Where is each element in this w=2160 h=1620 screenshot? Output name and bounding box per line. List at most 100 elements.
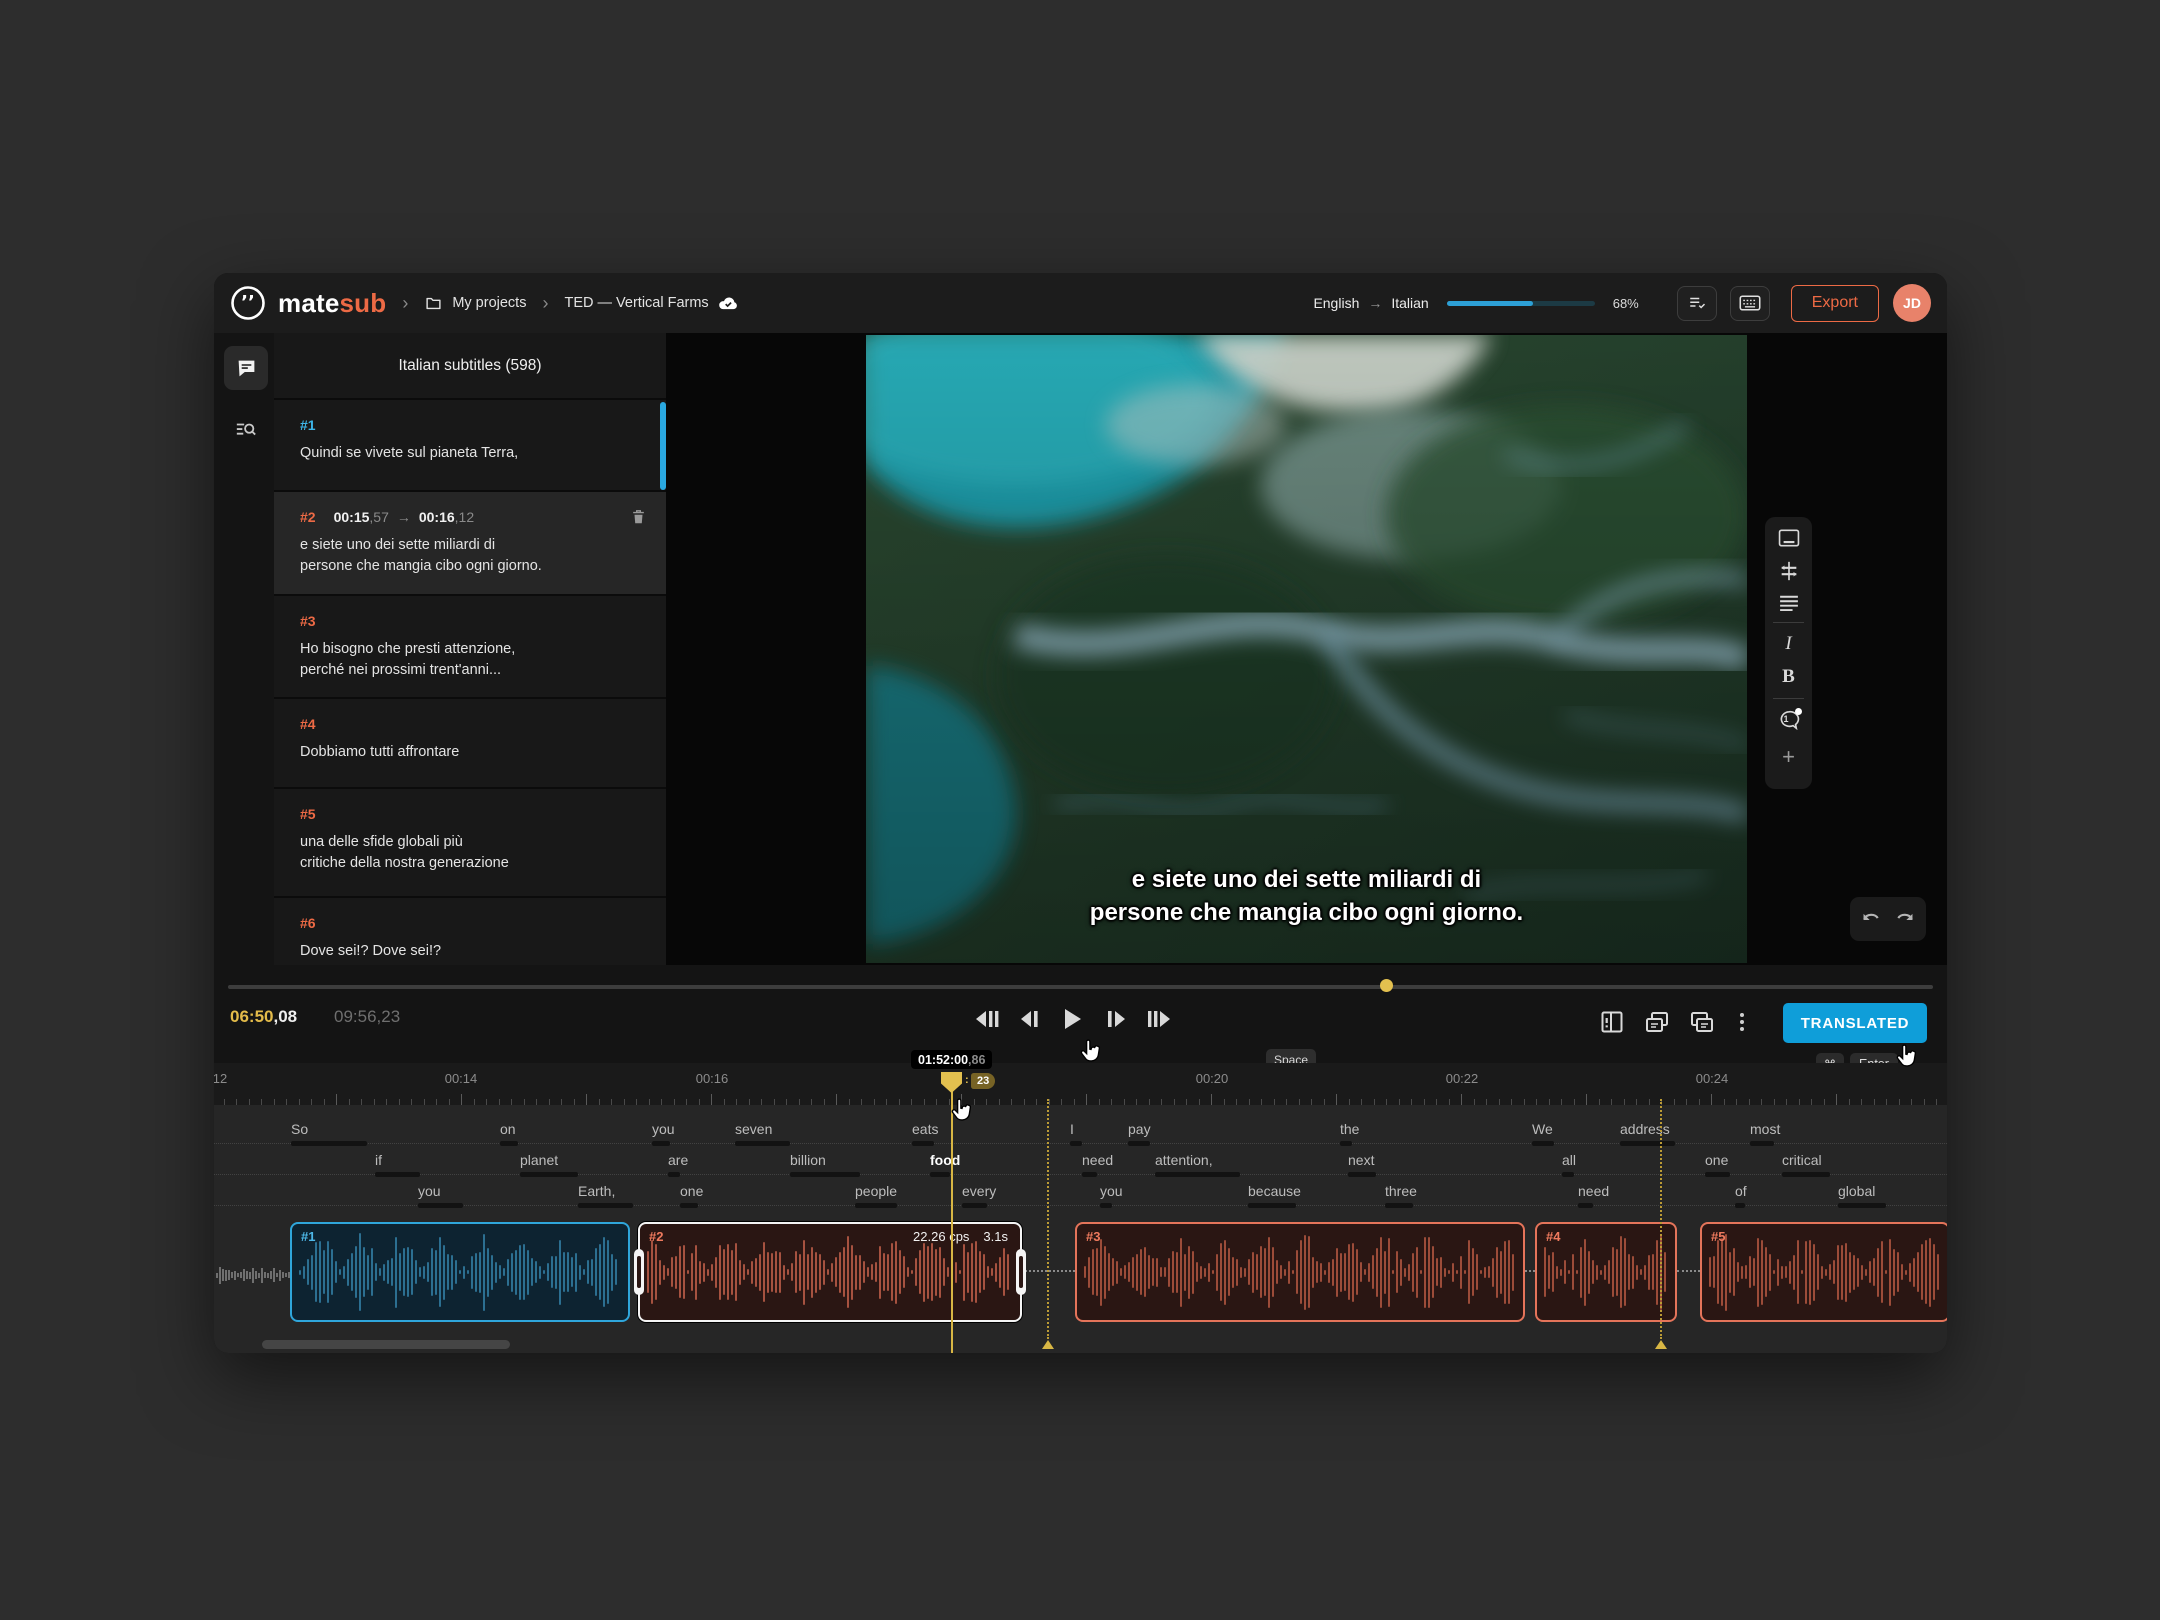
subtitle-item[interactable]: #5una delle sfide globali piùcritiche de… (274, 789, 666, 896)
more-options-button[interactable] (1732, 1013, 1752, 1031)
timeline-word[interactable]: We (1532, 1121, 1553, 1137)
duplicate-back-button[interactable] (1642, 1008, 1672, 1036)
timeline-word[interactable]: I (1070, 1121, 1074, 1137)
timeline-word[interactable]: you (1100, 1183, 1123, 1199)
next-subtitle-button[interactable] (1144, 1003, 1174, 1035)
ruler-timecode-label: 00:22 (1432, 1071, 1492, 1086)
step-back-button[interactable] (1015, 1003, 1045, 1035)
timeline-word[interactable]: because (1248, 1183, 1301, 1199)
translated-status-button[interactable]: TRANSLATED (1783, 1003, 1927, 1043)
subtitles-panel-button[interactable] (224, 346, 268, 390)
subtitle-item[interactable]: #4Dobbiamo tutti affrontare (274, 699, 666, 787)
subtitle-waveform-block[interactable]: #4 (1535, 1222, 1677, 1322)
timeline-word[interactable]: if (375, 1152, 382, 1168)
timeline-word[interactable]: you (418, 1183, 441, 1199)
shortcuts-button[interactable] (1730, 286, 1770, 321)
delete-subtitle-button[interactable] (631, 509, 646, 525)
top-bar: ’’ matesub › My projects › TED — Vertica… (214, 273, 1947, 333)
matesub-logo-text[interactable]: matesub (278, 288, 386, 319)
subtitle-item[interactable]: #2 00:15,57→00:16,12 e siete uno dei sette… (274, 492, 666, 594)
timeline-word[interactable]: are (668, 1152, 688, 1168)
timeline-word[interactable]: the (1340, 1121, 1359, 1137)
timeline-word[interactable]: billion (790, 1152, 826, 1168)
breadcrumb-my-projects[interactable]: My projects (424, 295, 526, 312)
timeline-word[interactable]: one (680, 1183, 703, 1199)
step-forward-button[interactable] (1101, 1003, 1131, 1035)
duplicate-front-button[interactable] (1687, 1008, 1717, 1036)
timeline-word[interactable]: eats (912, 1121, 938, 1137)
bold-button[interactable]: B (1782, 667, 1795, 687)
timeline-word[interactable]: planet (520, 1152, 558, 1168)
timeline-word[interactable]: one (1705, 1152, 1728, 1168)
redo-icon[interactable] (1894, 910, 1917, 928)
justify-text-icon[interactable] (1778, 595, 1800, 611)
playhead-line[interactable] (951, 1090, 953, 1353)
subtitle-text[interactable]: Dobbiamo tutti affrontare (300, 742, 646, 763)
video-frame[interactable]: e siete uno dei sette miliardi di person… (866, 335, 1747, 963)
subtitle-waveform-block[interactable]: #1 (290, 1222, 630, 1322)
boundary-marker-arrow[interactable] (1042, 1340, 1054, 1349)
timeline-word[interactable]: address (1620, 1121, 1670, 1137)
timeline-word[interactable]: pay (1128, 1121, 1151, 1137)
timeline-word[interactable]: attention, (1155, 1152, 1213, 1168)
subtitle-list-title: Italian subtitles (598) (274, 333, 666, 398)
boundary-marker-arrow[interactable] (1655, 1340, 1667, 1349)
timeline-word[interactable]: critical (1782, 1152, 1822, 1168)
trash-icon (631, 509, 646, 525)
breadcrumb-project[interactable]: TED — Vertical Farms (564, 295, 737, 311)
timeline-ruler[interactable]: 00:1200:1400:1600:2000:2200:24 (214, 1063, 1947, 1105)
timeline-word[interactable]: three (1385, 1183, 1417, 1199)
word-duration-bar (291, 1141, 367, 1146)
timeline-word[interactable]: food (930, 1152, 960, 1168)
timeline-horizontal-scrollbar[interactable] (262, 1340, 510, 1349)
subtitle-waveform-block[interactable]: #3 (1075, 1222, 1525, 1322)
subtitle-list-scrollbar[interactable] (660, 402, 666, 490)
timeline-word[interactable]: So (291, 1121, 308, 1137)
timeline-word[interactable]: need (1082, 1152, 1113, 1168)
search-subtitles-button[interactable] (224, 408, 268, 452)
playhead-colon: : (965, 1074, 969, 1086)
play-button[interactable] (1058, 1003, 1088, 1035)
video-seek-bar[interactable] (228, 985, 1933, 989)
timeline-word[interactable]: all (1562, 1152, 1576, 1168)
subtitle-item[interactable]: #3Ho bisogno che presti attenzione,perch… (274, 596, 666, 697)
undo-icon[interactable] (1859, 910, 1882, 928)
timeline-word[interactable]: of (1735, 1183, 1747, 1199)
subtitle-text[interactable]: Ho bisogno che presti attenzione,perché … (300, 639, 646, 681)
timeline-word[interactable]: global (1838, 1183, 1875, 1199)
add-subtitle-button[interactable]: + (1782, 748, 1795, 766)
subtitle-item[interactable]: #6Dove sei!? Dove sei!? (274, 898, 666, 965)
subtitle-text[interactable]: e siete uno dei sette miliardi dipersone… (300, 535, 646, 577)
timeline-word[interactable]: seven (735, 1121, 772, 1137)
timeline-word[interactable]: Earth, (578, 1183, 615, 1199)
export-button[interactable]: Export (1791, 285, 1879, 322)
subtitle-waveform-block[interactable]: #222.26 cps3.1s (638, 1222, 1022, 1322)
timeline-word[interactable]: every (962, 1183, 996, 1199)
subtitle-position-icon[interactable] (1778, 529, 1800, 547)
italic-button[interactable]: I (1785, 634, 1791, 654)
matesub-logo-icon[interactable]: ’’ (230, 285, 266, 321)
user-avatar[interactable]: JD (1893, 284, 1931, 322)
timeline-word[interactable]: next (1348, 1152, 1374, 1168)
timeline-word[interactable]: people (855, 1183, 897, 1199)
subtitle-text[interactable]: Dove sei!? Dove sei!? (300, 941, 646, 962)
trim-handle-left[interactable] (634, 1249, 644, 1295)
split-view-button[interactable] (1597, 1008, 1627, 1036)
subtitle-text[interactable]: una delle sfide globali piùcritiche dell… (300, 832, 646, 874)
subtitle-timing[interactable]: 00:15,57→00:16,12 (334, 509, 475, 525)
timeline-word[interactable]: most (1750, 1121, 1780, 1137)
waveform (1084, 1230, 1516, 1314)
timeline-word[interactable]: on (500, 1121, 516, 1137)
video-seek-knob[interactable] (1380, 979, 1393, 992)
subtitle-text[interactable]: Quindi se vivete sul pianeta Terra, (300, 443, 646, 464)
trim-handle-right[interactable] (1016, 1249, 1026, 1295)
subtitle-item[interactable]: #1Quindi se vivete sul pianeta Terra, (274, 400, 666, 490)
previous-subtitle-button[interactable] (972, 1003, 1002, 1035)
subtitle-number: #2 (300, 509, 316, 525)
vertical-align-icon[interactable] (1778, 560, 1800, 582)
comments-button[interactable]: 1 (1778, 710, 1800, 735)
subtitle-waveform-block[interactable]: #5 (1700, 1222, 1947, 1322)
task-list-button[interactable] (1677, 286, 1717, 321)
timeline-word[interactable]: you (652, 1121, 675, 1137)
timeline-word[interactable]: need (1578, 1183, 1609, 1199)
